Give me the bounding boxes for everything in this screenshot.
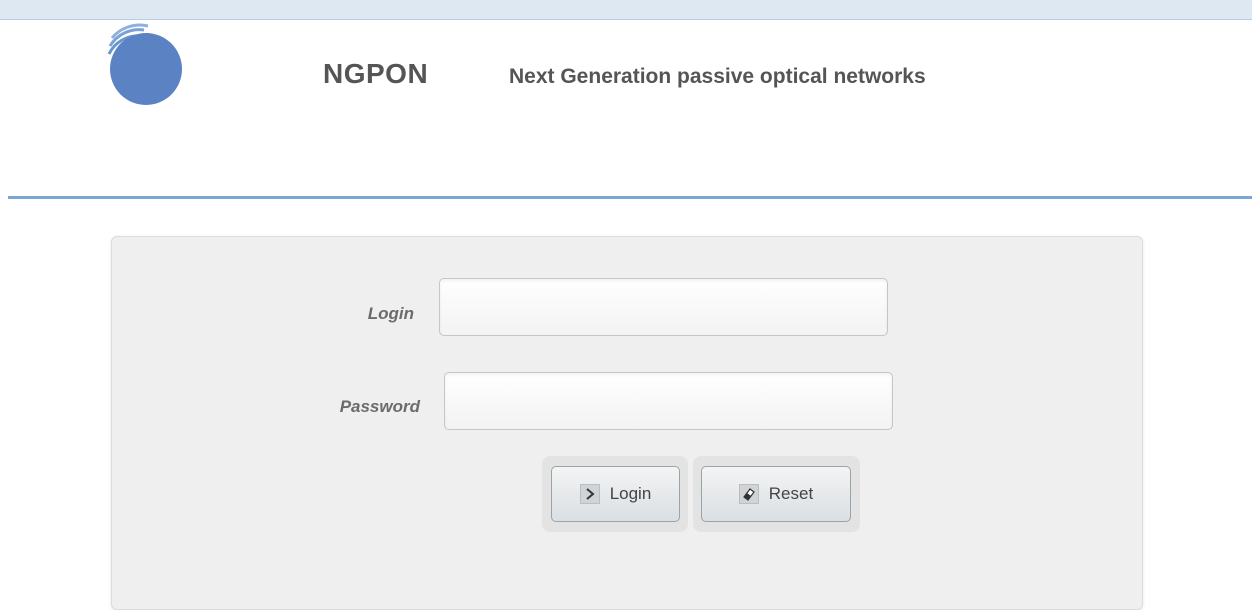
login-input[interactable]	[439, 278, 888, 336]
password-label: Password	[339, 397, 420, 416]
reset-button-wrap: Reset	[693, 456, 860, 532]
login-label: Login	[367, 304, 414, 323]
top-bar	[0, 0, 1252, 20]
brand-title: NGPON	[323, 58, 429, 89]
header-divider	[8, 196, 1252, 199]
login-button-wrap: Login	[542, 456, 688, 532]
login-panel: Login Password Login Reset	[111, 236, 1143, 610]
password-input[interactable]	[444, 372, 893, 430]
login-button[interactable]: Login	[551, 466, 680, 522]
eraser-icon	[738, 484, 759, 504]
reset-button-label: Reset	[768, 484, 814, 503]
brand-tagline: Next Generation passive optical networks	[509, 65, 926, 88]
chevron-right-icon	[579, 484, 600, 504]
reset-button[interactable]: Reset	[701, 466, 851, 522]
logo-icon	[104, 22, 184, 106]
login-button-label: Login	[609, 484, 652, 503]
